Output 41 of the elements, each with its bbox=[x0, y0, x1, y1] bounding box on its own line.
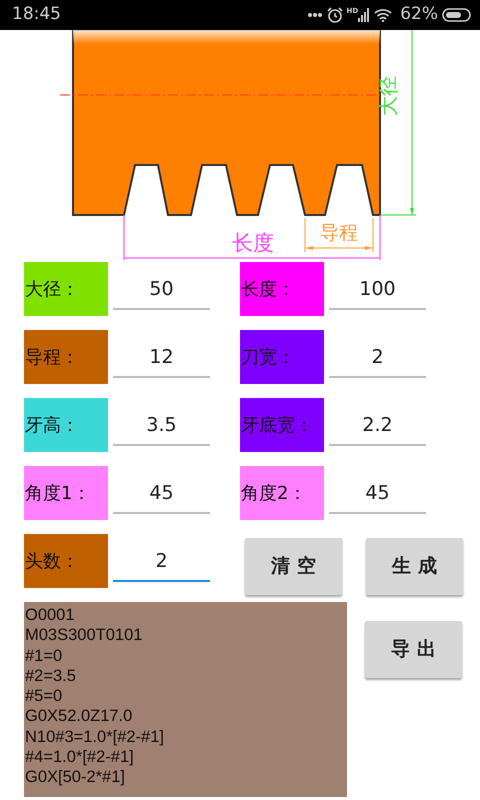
field-label: 导程： bbox=[24, 330, 108, 384]
diameter-label: 大径 bbox=[376, 76, 400, 116]
input-field[interactable]: 45 bbox=[329, 474, 426, 514]
battery-level: 62% bbox=[400, 3, 438, 26]
input-field[interactable]: 2 bbox=[329, 338, 426, 378]
action-button[interactable]: 生 成 bbox=[366, 538, 463, 595]
field-label: 牙高： bbox=[24, 398, 108, 452]
code-line: G0X[50-2*#1] bbox=[25, 767, 126, 788]
code-line: #2=3.5 bbox=[25, 666, 77, 686]
code-line: #5=0 bbox=[25, 686, 64, 706]
code-line: G0X52.0Z17.0 bbox=[25, 706, 134, 727]
field-label: 大径： bbox=[24, 262, 108, 316]
action-button[interactable]: 清 空 bbox=[245, 538, 342, 595]
lead-dimension-line bbox=[304, 218, 374, 252]
input-field[interactable]: 12 bbox=[113, 338, 210, 378]
code-line: O0001 bbox=[25, 605, 76, 626]
alarm-icon bbox=[326, 7, 343, 23]
input-field[interactable]: 2.2 bbox=[329, 406, 426, 446]
field-label: 头数： bbox=[24, 534, 108, 588]
input-field[interactable]: 45 bbox=[113, 474, 210, 514]
wifi-icon bbox=[374, 8, 392, 22]
code-line: #4=1.0*[#2-#1] bbox=[25, 747, 135, 768]
field-label: 刀宽： bbox=[240, 330, 324, 384]
more-dots-icon bbox=[306, 12, 323, 18]
field-label: 长度： bbox=[240, 262, 324, 316]
field-label: 角度1： bbox=[24, 466, 108, 520]
input-field[interactable]: 3.5 bbox=[113, 406, 210, 446]
action-button[interactable]: 导 出 bbox=[365, 621, 462, 678]
field-label: 角度2： bbox=[240, 466, 324, 520]
status-time: 18:45 bbox=[12, 3, 61, 26]
code-line: N10#3=1.0*[#2-#1] bbox=[25, 726, 165, 748]
code-line: #1=0 bbox=[25, 646, 64, 666]
input-field[interactable]: 100 bbox=[329, 270, 426, 310]
field-label: 牙底宽： bbox=[240, 398, 324, 452]
length-label: 长度 bbox=[232, 231, 274, 255]
code-line: M03S300T0101 bbox=[25, 625, 144, 646]
input-field[interactable]: 2 bbox=[113, 542, 210, 582]
code-output[interactable]: O0001 M03S300T0101 #1=0 #2=3.5 #5=0 G0X52.0Z17.0 N10#3=1.0*[#2-#1] #4=1.0*[#2-#1] G0X[50-2*#1] bbox=[24, 602, 347, 797]
input-field[interactable]: 50 bbox=[113, 270, 210, 310]
battery-icon bbox=[442, 8, 472, 22]
lead-label: 导程 bbox=[320, 222, 358, 244]
